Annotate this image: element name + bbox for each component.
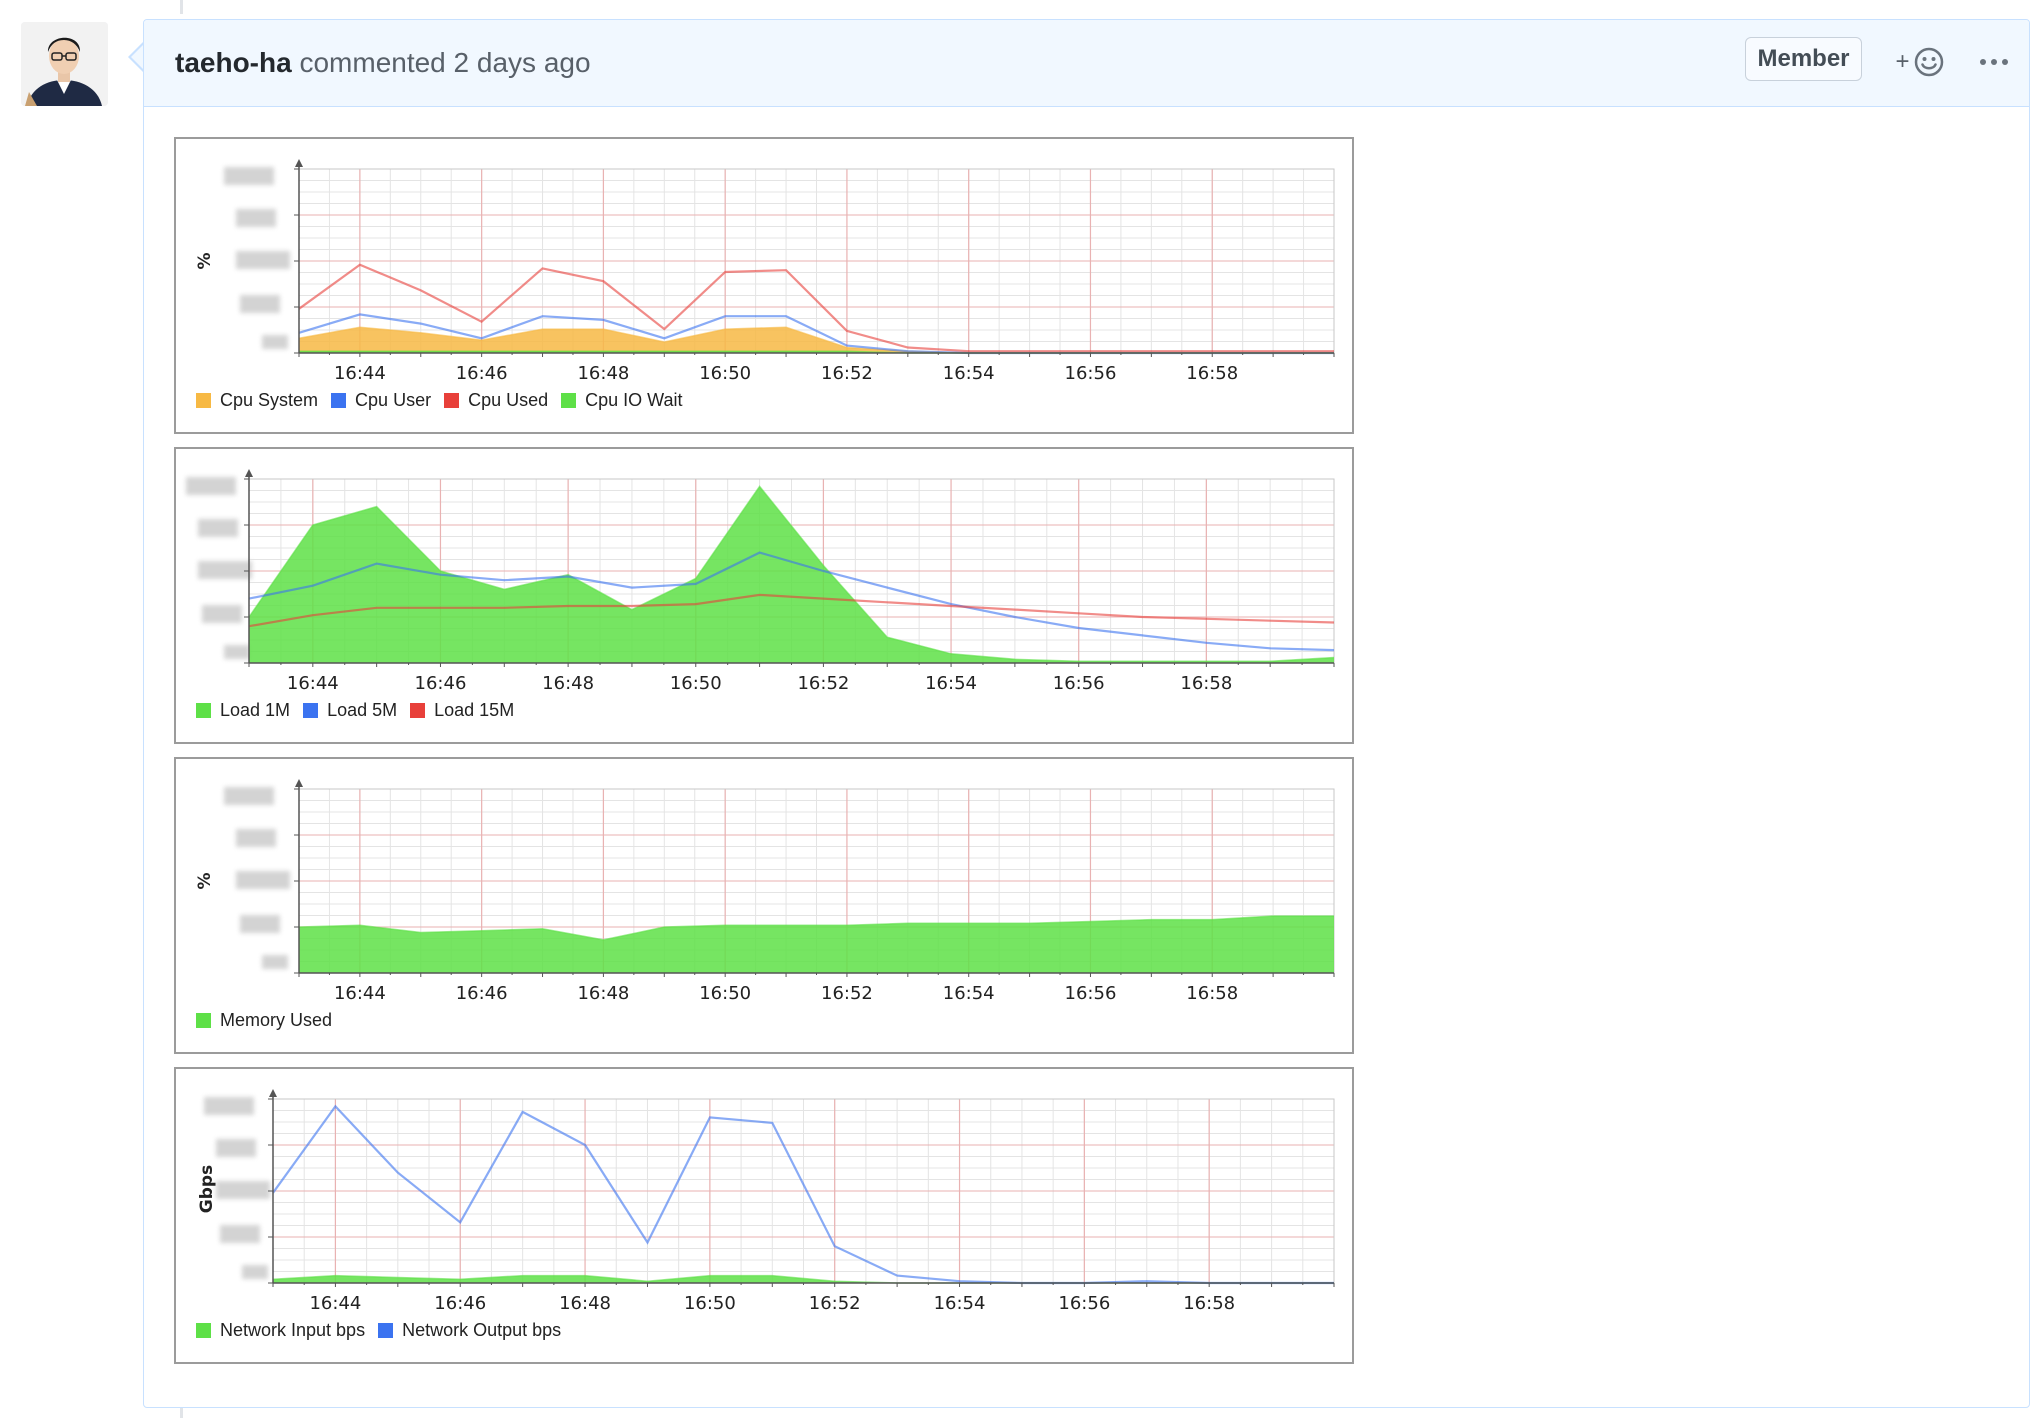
- legend-item: Cpu System: [196, 390, 318, 411]
- x-tick-label: 16:54: [925, 673, 977, 694]
- avatar[interactable]: [21, 22, 108, 106]
- legend-label: Load 15M: [434, 700, 515, 720]
- chart-svg: 16:44 16:46 16:48 16:50 16:52 16:54 16:56 16:58…: [197, 1089, 1335, 1314]
- x-tick-label: 16:50: [699, 363, 751, 384]
- x-tick-label: 16:44: [334, 983, 386, 1004]
- legend-item: Network Output bps: [378, 1320, 561, 1341]
- legend-swatch: [303, 703, 319, 718]
- x-tick-label: 16:52: [821, 363, 873, 384]
- x-tick-label: 16:48: [577, 983, 629, 1004]
- legend-swatch: [378, 1323, 394, 1338]
- y-axis-label: %: [195, 872, 215, 889]
- legend-label: Cpu User: [355, 390, 432, 410]
- x-tick-label: 16:58: [1186, 363, 1238, 384]
- legend-swatch: [410, 703, 426, 718]
- y-axis-label: Gbps: [197, 1165, 217, 1213]
- legend-item: Cpu User: [331, 390, 431, 411]
- x-tick-label: 16:44: [334, 363, 386, 384]
- legend-swatch: [561, 393, 577, 408]
- timeline-line-top: [180, 0, 183, 14]
- comment-action: commented: [299, 47, 446, 78]
- axes: [268, 1089, 1335, 1287]
- legend-item: Load 1M: [196, 700, 290, 721]
- x-tick-label: 16:54: [943, 983, 995, 1004]
- chart-legend: Network Input bps Network Output bps: [196, 1320, 574, 1341]
- chart-panel-4: 16:44 16:46 16:48 16:50 16:52 16:54 16:56 16:58…: [174, 1067, 1354, 1364]
- author-link[interactable]: taeho-ha: [175, 47, 292, 78]
- add-reaction-button[interactable]: +: [1889, 42, 1951, 82]
- x-tick-label: 16:44: [309, 1293, 361, 1314]
- x-tick-label: 16:48: [542, 673, 594, 694]
- chart-svg: 16:44 16:46 16:48 16:50 16:52 16:54 16:56 16:58: [244, 469, 1335, 694]
- chart-svg: 16:44 16:46 16:48 16:50 16:52 16:54 16:56 16:58…: [195, 159, 1335, 384]
- x-tick-label: 16:58: [1180, 673, 1232, 694]
- legend-label: Network Output bps: [402, 1320, 562, 1340]
- chart-legend: Load 1M Load 5M Load 15M: [196, 700, 527, 721]
- x-tick-label: 16:46: [456, 363, 508, 384]
- x-tick-label: 16:54: [943, 363, 995, 384]
- comment-meta: taeho-ha commented 2 days ago: [175, 47, 591, 79]
- x-tick-label: 16:44: [287, 673, 339, 694]
- comment-time[interactable]: 2 days ago: [454, 47, 591, 78]
- legend-label: Memory Used: [220, 1010, 333, 1030]
- x-tick-label: 16:56: [1065, 983, 1117, 1004]
- axes: [294, 159, 1335, 357]
- x-tick-label: 16:46: [434, 1293, 486, 1314]
- legend-swatch: [196, 703, 211, 718]
- x-tick-label: 16:54: [934, 1293, 986, 1314]
- x-tick-label: 16:52: [809, 1293, 861, 1314]
- y-axis-label: %: [195, 252, 215, 269]
- x-tick-label: 16:52: [797, 673, 849, 694]
- legend-label: Network Input bps: [220, 1320, 366, 1340]
- legend-item: Cpu IO Wait: [561, 390, 682, 411]
- x-tick-label: 16:56: [1058, 1293, 1110, 1314]
- legend-label: Load 5M: [327, 700, 398, 720]
- comment-header: taeho-ha commented 2 days ago Member +: [144, 20, 2029, 107]
- x-tick-label: 16:48: [559, 1293, 611, 1314]
- x-tick-label: 16:46: [415, 673, 467, 694]
- legend-item: Load 5M: [303, 700, 397, 721]
- grid: [298, 168, 1335, 354]
- x-tick-label: 16:50: [684, 1293, 736, 1314]
- x-tick-label: 16:56: [1053, 673, 1105, 694]
- legend-label: Load 1M: [220, 700, 291, 720]
- grid: [272, 1098, 1335, 1284]
- legend-item: Load 15M: [410, 700, 514, 721]
- legend-swatch: [444, 393, 460, 408]
- legend-item: Network Input bps: [196, 1320, 365, 1341]
- kebab-horizontal-icon: [1980, 59, 2008, 65]
- x-tick-label: 16:58: [1183, 1293, 1235, 1314]
- legend-item: Cpu Used: [444, 390, 548, 411]
- chart-legend: Memory Used: [196, 1010, 345, 1031]
- legend-label: Cpu Used: [468, 390, 549, 410]
- member-badge: Member: [1745, 37, 1862, 81]
- legend-swatch: [196, 1323, 211, 1338]
- legend-swatch: [196, 393, 211, 408]
- x-tick-label: 16:50: [670, 673, 722, 694]
- legend-label: Cpu IO Wait: [585, 390, 683, 410]
- chart-legend: Cpu System Cpu User Cpu Used Cpu IO Wait: [196, 390, 695, 411]
- x-tick-label: 16:58: [1186, 983, 1238, 1004]
- legend-swatch: [331, 393, 347, 408]
- chart-panel-3: 16:44 16:46 16:48 16:50 16:52 16:54 16:56 16:58…: [174, 757, 1354, 1054]
- legend-item: Memory Used: [196, 1010, 332, 1031]
- x-tick-label: 16:52: [821, 983, 873, 1004]
- chart-panel-2: 16:44 16:46 16:48 16:50 16:52 16:54 16:56 16:58…: [174, 447, 1354, 744]
- chart-panel-1: 16:44 16:46 16:48 16:50 16:52 16:54 16:56 16:58…: [174, 137, 1354, 434]
- more-options-button[interactable]: [1969, 42, 2019, 82]
- chart-svg: 16:44 16:46 16:48 16:50 16:52 16:54 16:56 16:58…: [195, 779, 1335, 1004]
- plus-label: +: [1895, 48, 1910, 75]
- x-tick-label: 16:50: [699, 983, 751, 1004]
- smiley-icon: [1914, 47, 1943, 77]
- x-tick-label: 16:46: [456, 983, 508, 1004]
- legend-label: Cpu System: [220, 390, 319, 410]
- legend-swatch: [196, 1013, 211, 1028]
- user-avatar-icon: [21, 22, 108, 106]
- x-tick-label: 16:48: [577, 363, 629, 384]
- x-tick-label: 16:56: [1065, 363, 1117, 384]
